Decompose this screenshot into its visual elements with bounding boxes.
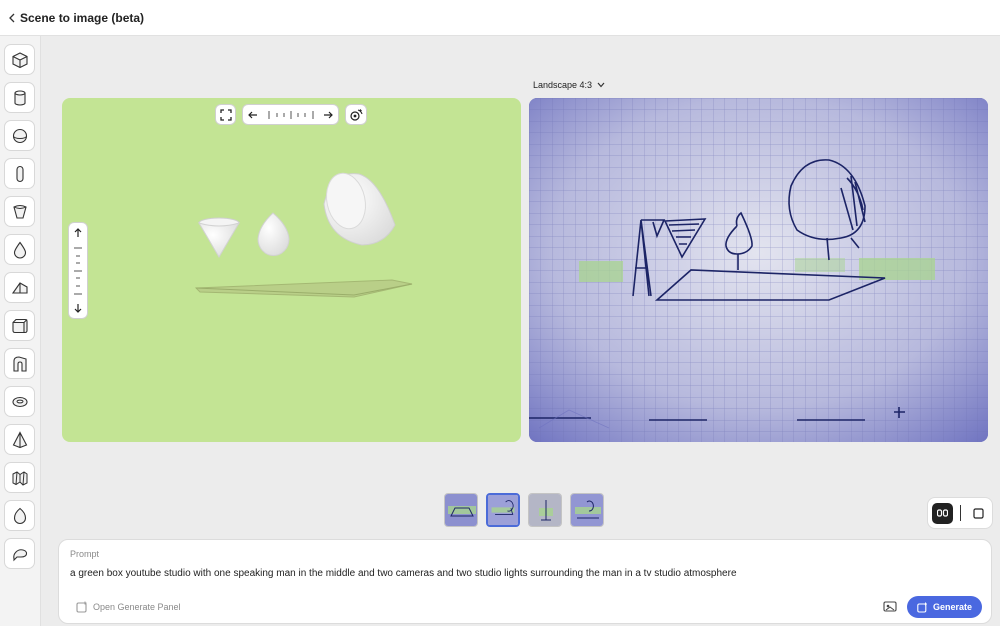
thumbnail-preview (529, 494, 561, 526)
open-generate-panel-button[interactable]: Open Generate Panel (76, 601, 181, 613)
drop-tool-button[interactable] (4, 234, 35, 265)
split-view-icon (936, 509, 948, 517)
terrain-tool-button[interactable] (4, 462, 35, 493)
arch-icon (12, 355, 27, 372)
wedge-icon (11, 281, 28, 294)
generate-panel-icon (76, 601, 87, 613)
variation-thumbnails (444, 493, 604, 527)
chevron-left-icon (9, 13, 15, 22)
cylinder-icon (13, 89, 26, 106)
floor-plane[interactable] (194, 279, 413, 298)
image-reference-icon[interactable] (883, 599, 897, 613)
thumbnail-2[interactable] (486, 493, 520, 527)
rounded-cube-icon (11, 318, 28, 333)
thumbnail-4[interactable] (570, 493, 604, 527)
toggle-divider (959, 505, 961, 521)
sphere-icon (12, 128, 27, 143)
speech-bubble-icon (12, 548, 27, 561)
cup-object[interactable] (322, 170, 396, 246)
compare-view-button[interactable] (931, 502, 953, 524)
cube-tool-button[interactable] (4, 44, 35, 75)
arch-tool-button[interactable] (4, 348, 35, 379)
aspect-ratio-label: Landscape 4:3 (533, 80, 593, 90)
egg-object[interactable] (257, 212, 290, 257)
generated-sketch (529, 98, 988, 442)
thumbnail-preview (445, 494, 477, 526)
capsule-icon (15, 165, 24, 182)
cube-icon (11, 51, 28, 68)
scene-objects (194, 170, 413, 298)
thumbnail-preview (488, 495, 518, 525)
pyramid-tool-button[interactable] (4, 424, 35, 455)
prompt-panel: Prompt a green box youtube studio with o… (58, 539, 992, 624)
sphere-tool-button[interactable] (4, 120, 35, 151)
chevron-down-icon (597, 82, 605, 88)
shape-toolbar (0, 36, 41, 626)
torus-tool-button[interactable] (4, 386, 35, 417)
capsule-tool-button[interactable] (4, 158, 35, 189)
speech-bubble-tool-button[interactable] (4, 538, 35, 569)
prompt-input[interactable]: a green box youtube studio with one spea… (70, 568, 737, 579)
terrain-icon (12, 470, 27, 486)
thumbnail-1[interactable] (444, 493, 478, 527)
view-mode-toggle (927, 497, 993, 529)
egg-icon (13, 507, 26, 524)
open-generate-panel-label: Open Generate Panel (93, 602, 181, 612)
prompt-label: Prompt (70, 549, 100, 559)
generate-label: Generate (932, 602, 973, 612)
cone-cup-tool-button[interactable] (4, 196, 35, 227)
thumbnail-3[interactable] (528, 493, 562, 527)
thumbnail-preview (571, 494, 603, 526)
cylinder-tool-button[interactable] (4, 82, 35, 113)
wedge-tool-button[interactable] (4, 272, 35, 303)
page-title: Scene to image (beta) (20, 10, 145, 25)
cone-cup-icon (12, 204, 27, 219)
drop-icon (13, 241, 26, 258)
torus-icon (11, 396, 28, 407)
egg-tool-button[interactable] (4, 500, 35, 531)
pyramid-icon (12, 430, 27, 448)
back-button[interactable] (2, 0, 22, 36)
top-bar: Scene to image (beta) (0, 0, 1000, 36)
single-view-button[interactable] (968, 503, 989, 524)
generated-image[interactable] (529, 98, 988, 442)
square-icon (972, 507, 984, 519)
cone-object[interactable] (197, 217, 241, 258)
scene-viewport[interactable] (62, 98, 521, 442)
aspect-ratio-dropdown[interactable]: Landscape 4:3 (533, 80, 605, 90)
rounded-cube-tool-button[interactable] (4, 310, 35, 341)
generate-button[interactable]: Generate (907, 596, 982, 618)
generate-icon (917, 602, 927, 613)
